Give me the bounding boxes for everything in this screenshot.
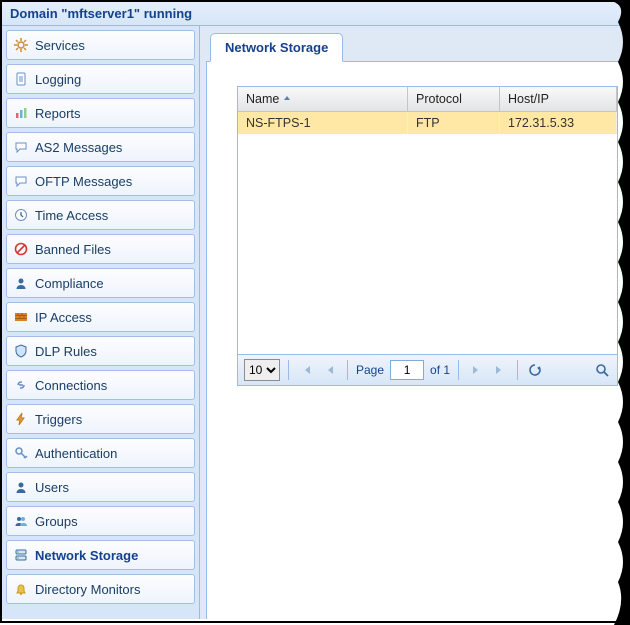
prev-page-button[interactable] — [321, 361, 339, 379]
cell-protocol: FTP — [408, 112, 500, 134]
server-icon — [13, 547, 29, 563]
grid-body: NS-FTPS-1FTP172.31.5.33 — [238, 112, 617, 354]
tab-strip: Network Storage — [206, 32, 630, 62]
separator — [517, 360, 518, 380]
sidebar-item-label: Network Storage — [35, 548, 138, 563]
gear-icon — [13, 37, 29, 53]
domain-title: Domain "mftserver1" running — [10, 6, 192, 21]
sidebar-item-directory-monitors[interactable]: Directory Monitors — [6, 574, 195, 604]
separator — [347, 360, 348, 380]
sidebar-item-services[interactable]: Services — [6, 30, 195, 60]
page-label: Page — [356, 363, 384, 377]
pager: 10 Page of 1 — [238, 354, 617, 385]
key-icon — [13, 445, 29, 461]
sidebar-item-label: Time Access — [35, 208, 108, 223]
sidebar-item-label: Groups — [35, 514, 78, 529]
sidebar-item-label: IP Access — [35, 310, 92, 325]
search-button[interactable] — [593, 361, 611, 379]
col-header-host-label: Host/IP — [508, 92, 549, 106]
separator — [458, 360, 459, 380]
sidebar-item-label: Authentication — [35, 446, 117, 461]
clock-icon — [13, 207, 29, 223]
sidebar-item-triggers[interactable]: Triggers — [6, 404, 195, 434]
group-icon — [13, 513, 29, 529]
bubble-icon — [13, 173, 29, 189]
sidebar-item-compliance[interactable]: Compliance — [6, 268, 195, 298]
sidebar-item-dlp-rules[interactable]: DLP Rules — [6, 336, 195, 366]
sort-asc-icon — [283, 92, 291, 106]
next-page-button[interactable] — [467, 361, 485, 379]
sidebar: Services Logging Reports AS2 Messages OFTP M… — [2, 26, 200, 619]
bolt-icon — [13, 411, 29, 427]
sidebar-item-time-access[interactable]: Time Access — [6, 200, 195, 230]
separator — [288, 360, 289, 380]
tab-content: Name Protocol Host/IP NS-FTPS-1FTP172.31… — [206, 62, 630, 619]
col-header-name[interactable]: Name — [238, 87, 408, 111]
doc-icon — [13, 71, 29, 87]
main-area: Network Storage Name Protocol Host — [200, 26, 630, 619]
sidebar-item-banned-files[interactable]: Banned Files — [6, 234, 195, 264]
sidebar-item-label: Directory Monitors — [35, 582, 140, 597]
user-icon — [13, 479, 29, 495]
sidebar-item-groups[interactable]: Groups — [6, 506, 195, 536]
col-header-protocol-label: Protocol — [416, 92, 462, 106]
sidebar-item-label: Logging — [35, 72, 81, 87]
col-header-protocol[interactable]: Protocol — [408, 87, 500, 111]
sidebar-item-authentication[interactable]: Authentication — [6, 438, 195, 468]
sidebar-item-label: Connections — [35, 378, 107, 393]
domain-header: Domain "mftserver1" running — [2, 2, 630, 26]
tab-label: Network Storage — [225, 40, 328, 55]
page-number-input[interactable] — [390, 360, 424, 380]
sidebar-item-label: Reports — [35, 106, 81, 121]
storage-grid-panel: Name Protocol Host/IP NS-FTPS-1FTP172.31… — [237, 86, 618, 386]
bars-icon — [13, 105, 29, 121]
last-page-button[interactable] — [491, 361, 509, 379]
bell-icon — [13, 581, 29, 597]
table-row[interactable]: NS-FTPS-1FTP172.31.5.33 — [238, 112, 617, 134]
ban-icon — [13, 241, 29, 257]
sidebar-item-label: Services — [35, 38, 85, 53]
sidebar-item-users[interactable]: Users — [6, 472, 195, 502]
grid-header: Name Protocol Host/IP — [238, 87, 617, 112]
col-header-name-label: Name — [246, 92, 279, 106]
sidebar-item-label: OFTP Messages — [35, 174, 132, 189]
sidebar-item-network-storage[interactable]: Network Storage — [6, 540, 195, 570]
cell-name: NS-FTPS-1 — [238, 112, 408, 134]
user-icon — [13, 275, 29, 291]
sidebar-item-ip-access[interactable]: IP Access — [6, 302, 195, 332]
sidebar-item-label: AS2 Messages — [35, 140, 122, 155]
col-header-host[interactable]: Host/IP — [500, 87, 617, 111]
tab-network-storage[interactable]: Network Storage — [210, 33, 343, 62]
sidebar-item-logging[interactable]: Logging — [6, 64, 195, 94]
sidebar-item-label: Users — [35, 480, 69, 495]
page-size-select[interactable]: 10 — [244, 359, 280, 381]
page-of-label: of 1 — [430, 363, 450, 377]
sidebar-item-label: Compliance — [35, 276, 104, 291]
refresh-button[interactable] — [526, 361, 544, 379]
wall-icon — [13, 309, 29, 325]
shield-icon — [13, 343, 29, 359]
first-page-button[interactable] — [297, 361, 315, 379]
sidebar-item-as2-messages[interactable]: AS2 Messages — [6, 132, 195, 162]
sidebar-item-connections[interactable]: Connections — [6, 370, 195, 400]
sidebar-item-oftp-messages[interactable]: OFTP Messages — [6, 166, 195, 196]
bubble-icon — [13, 139, 29, 155]
sidebar-item-label: Banned Files — [35, 242, 111, 257]
link-icon — [13, 377, 29, 393]
sidebar-item-label: DLP Rules — [35, 344, 97, 359]
sidebar-item-reports[interactable]: Reports — [6, 98, 195, 128]
sidebar-item-label: Triggers — [35, 412, 82, 427]
cell-host: 172.31.5.33 — [500, 112, 617, 134]
